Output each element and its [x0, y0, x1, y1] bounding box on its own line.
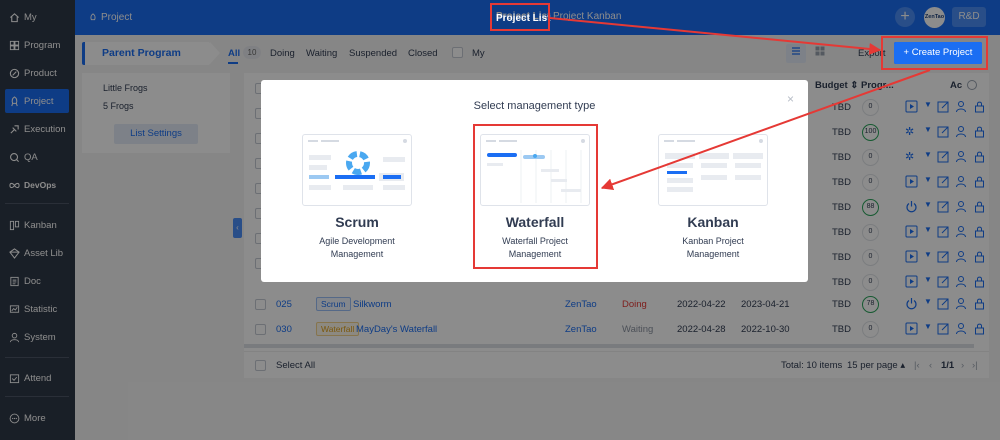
kanban-desc-line2: Management [686, 249, 740, 259]
kanban-type-name: Kanban [687, 214, 739, 230]
highlight-create-project [881, 36, 988, 70]
scrum-type-description: Agile Development Management [302, 235, 412, 261]
close-icon[interactable]: × [787, 92, 794, 106]
scrum-desc-line2: Management [330, 249, 384, 259]
highlight-project-list [490, 3, 550, 31]
kanban-desc-line1: Kanban Project [682, 236, 744, 246]
scrum-thumbnail [302, 134, 412, 206]
scrum-type-name: Scrum [335, 214, 379, 230]
scrum-desc-line1: Agile Development [319, 236, 395, 246]
kanban-type-description: Kanban Project Management [658, 235, 768, 261]
highlight-waterfall [473, 124, 598, 269]
kanban-thumbnail [658, 134, 768, 206]
dialog-title: Select management type [473, 100, 596, 112]
